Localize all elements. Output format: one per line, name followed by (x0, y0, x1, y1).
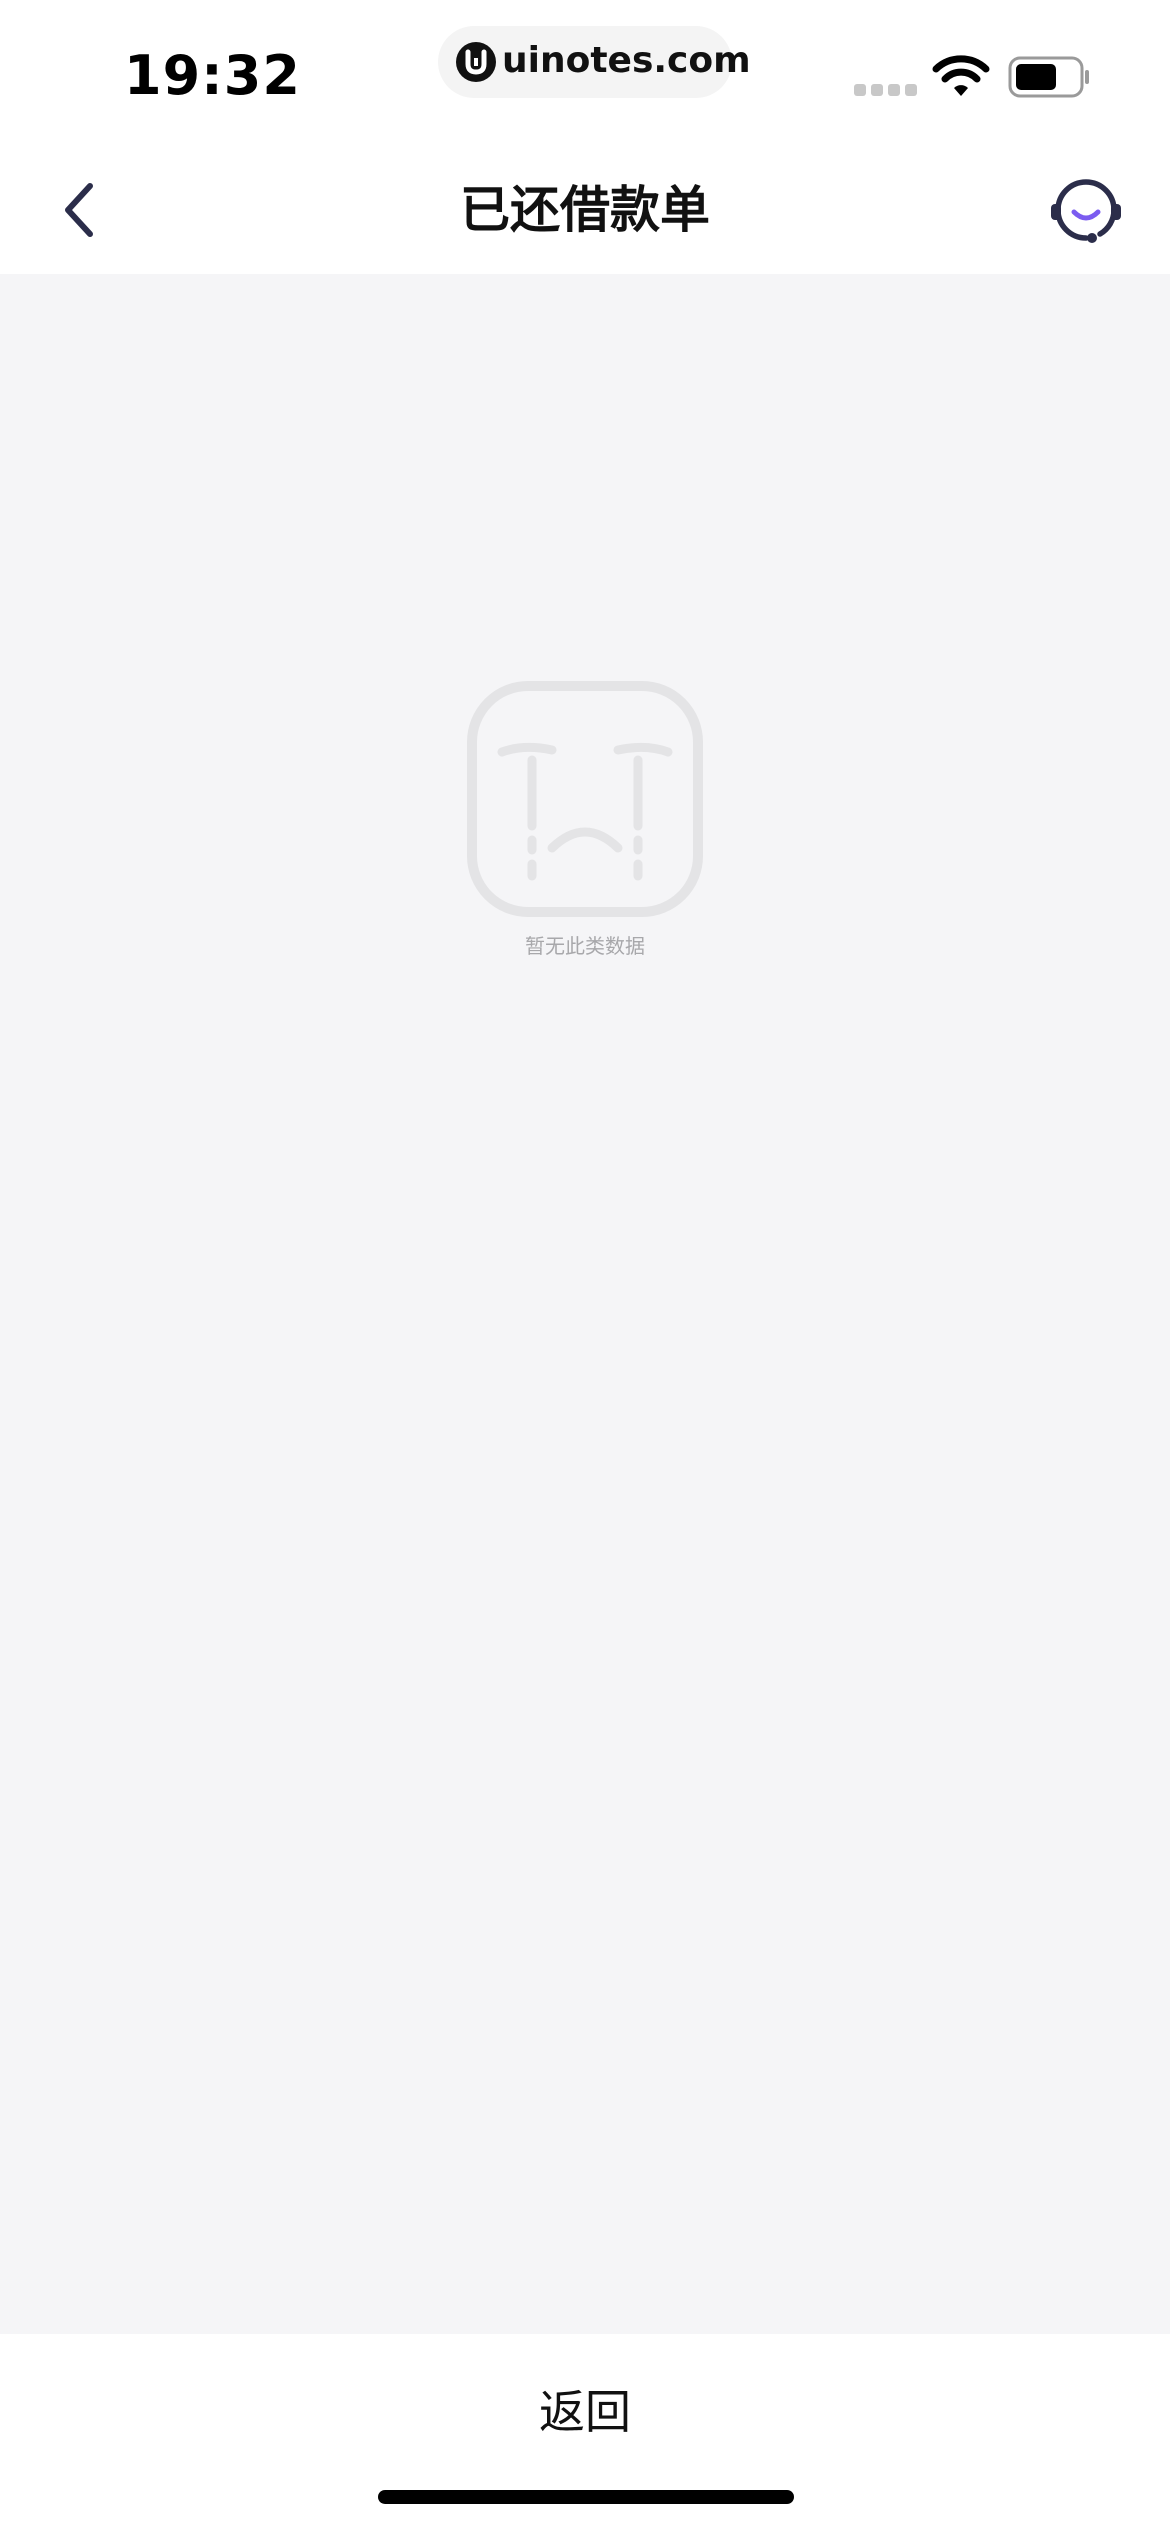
empty-state-message: 暂无此类数据 (525, 934, 645, 958)
screen: 19:32 uinotes.com 已还借款单 暂无此类数据 返回 (0, 0, 1170, 2532)
battery-icon (1008, 56, 1089, 98)
bottom-bar: 返回 (0, 2334, 1170, 2532)
page-title: 已还借款单 (460, 181, 710, 239)
cellular-signal-icon (854, 84, 918, 96)
status-time: 19:32 (124, 44, 301, 107)
url-pill[interactable]: uinotes.com (438, 26, 751, 98)
site-logo-icon (456, 42, 496, 82)
url-text: uinotes.com (502, 40, 751, 81)
crying-face-icon (467, 681, 703, 917)
customer-service-headset-icon[interactable] (1048, 174, 1124, 250)
wifi-icon (932, 55, 990, 96)
return-button[interactable]: 返回 (335, 2354, 835, 2464)
home-indicator (378, 2490, 794, 2504)
nav-bar: 已还借款单 (0, 140, 1170, 274)
status-bar: 19:32 uinotes.com (0, 0, 1170, 140)
